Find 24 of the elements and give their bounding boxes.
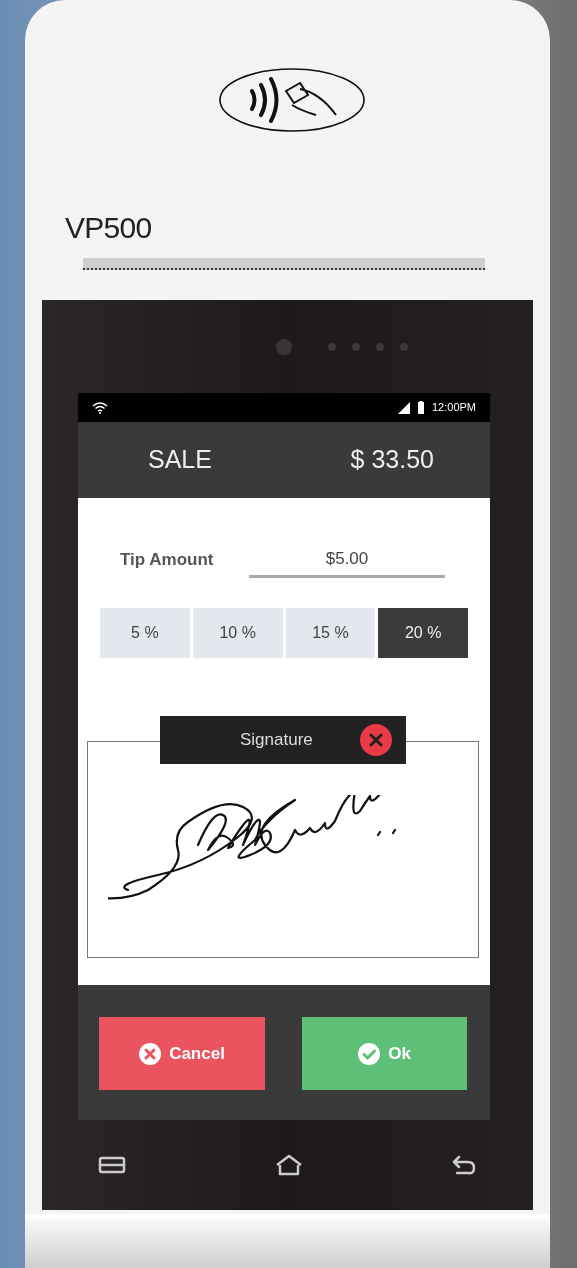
tip-percent-button[interactable]: 15 % bbox=[285, 608, 376, 658]
status-time: 12:00PM bbox=[431, 400, 476, 416]
tip-label: Tip Amount bbox=[120, 549, 214, 572]
menu-icon[interactable] bbox=[98, 1156, 126, 1174]
wifi-icon bbox=[92, 401, 108, 414]
tip-percent-button[interactable]: 10 % bbox=[192, 608, 283, 658]
close-circle-icon bbox=[139, 1042, 162, 1065]
contactless-payment-icon bbox=[218, 67, 366, 133]
signature-title: Signature bbox=[240, 729, 313, 752]
signal-icon bbox=[397, 401, 410, 414]
sale-amount: $ 33.50 bbox=[350, 444, 434, 476]
camera-lens bbox=[276, 338, 292, 355]
cancel-button[interactable]: Cancel bbox=[99, 1017, 265, 1090]
tip-amount-field[interactable]: $5.00 bbox=[249, 542, 445, 578]
clear-signature-button[interactable] bbox=[360, 724, 392, 756]
battery-icon bbox=[417, 401, 424, 414]
home-icon[interactable] bbox=[274, 1154, 303, 1176]
back-icon[interactable] bbox=[451, 1155, 477, 1175]
tip-percent-button[interactable]: 20 % bbox=[378, 608, 468, 658]
tip-percent-button[interactable]: 5 % bbox=[100, 608, 190, 658]
close-icon bbox=[369, 733, 383, 747]
model-name: VP500 bbox=[65, 213, 152, 243]
check-circle-icon bbox=[358, 1042, 381, 1065]
transaction-type: SALE bbox=[148, 444, 212, 476]
